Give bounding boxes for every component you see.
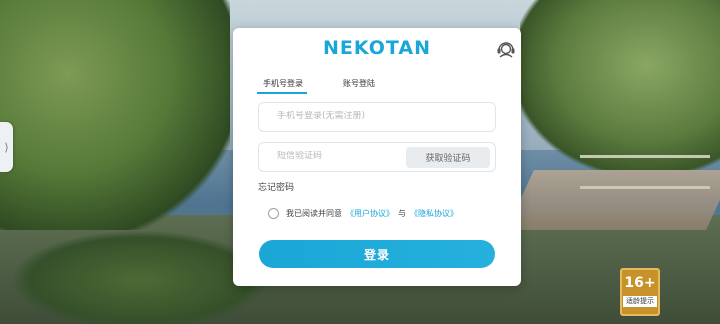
user-agreement-link[interactable]: 《用户协议》 [346,208,394,219]
background-railing [580,155,710,189]
login-button[interactable]: 登录 [259,240,495,268]
background-tree-left [0,0,230,230]
background-bush [10,230,270,324]
sms-code-input[interactable] [277,151,407,161]
agreement-connector: 与 [398,209,406,218]
side-drawer-toggle[interactable]: ⟩ [0,122,13,172]
agreement-text: 我已阅读并同意 [286,209,342,218]
forgot-password-link[interactable]: 忘记密码 [258,180,294,193]
get-code-button[interactable]: 获取验证码 [406,147,490,168]
age-rating-badge: 16+ 适龄提示 [620,268,660,316]
age-rating-number: 16+ [624,275,656,291]
chevron-right-icon: ⟩ [4,140,9,154]
login-method-tabs: 手机号登录 账号登陆 [257,76,409,94]
age-rating-label: 适龄提示 [623,296,657,307]
privacy-policy-link[interactable]: 《隐私协议》 [410,208,458,219]
customer-service-headset-icon[interactable] [495,39,517,61]
phone-input[interactable] [277,111,477,121]
tab-phone-login[interactable]: 手机号登录 [257,76,307,94]
tab-account-login[interactable]: 账号登陆 [337,76,379,94]
background-tree-right [520,0,720,170]
brand-logo: NEKOTAN [323,37,431,59]
agreement-checkbox[interactable] [268,208,279,219]
agreement-row: 我已阅读并同意 《用户协议》 与 《隐私协议》 [268,208,462,219]
login-panel: NEKOTAN 手机号登录 账号登陆 获取验证码 忘记密码 我已阅读并同意 《用… [233,28,521,286]
phone-field [258,102,496,132]
sms-code-field: 获取验证码 [258,142,496,172]
